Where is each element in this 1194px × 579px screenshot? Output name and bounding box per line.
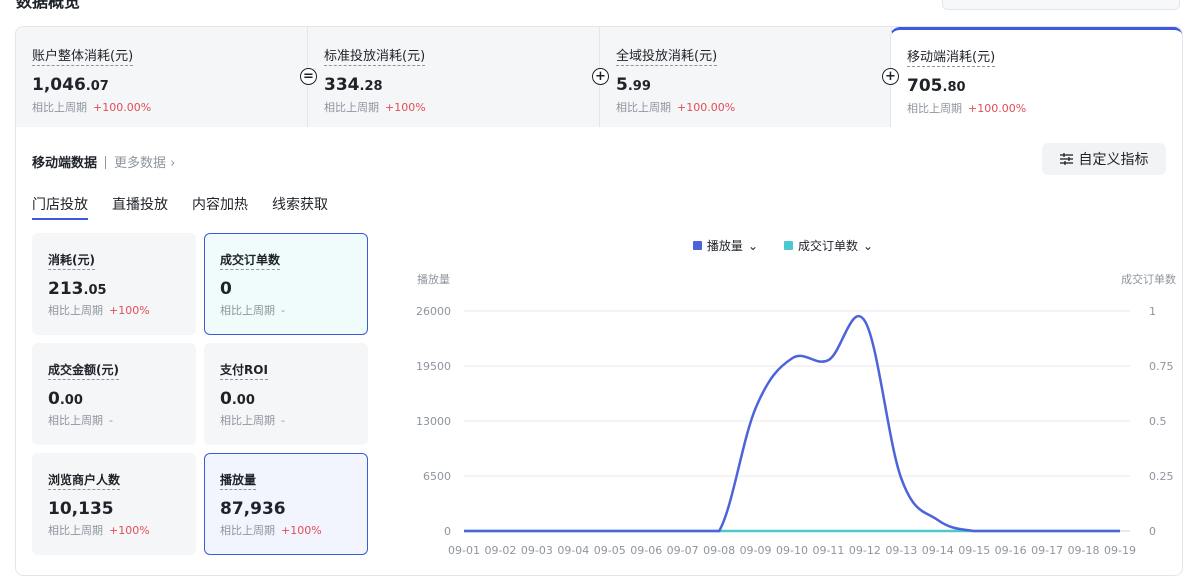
more-data-link[interactable]: 更多数据 ›: [114, 156, 175, 171]
y-tick-label: 6500: [423, 470, 451, 483]
x-tick-label: 09-04: [557, 544, 589, 557]
summary-card-standard[interactable]: 标准投放消耗(元) 334.28 相比上周期 +100%: [308, 27, 600, 127]
x-tick-label: 09-09: [740, 544, 772, 557]
x-tick-label: 09-13: [885, 544, 917, 557]
summary-compare: 相比上周期 +100.00%: [32, 101, 152, 114]
summary-label: 全域投放消耗(元): [616, 45, 718, 66]
y2-tick-label: 0: [1149, 525, 1156, 538]
tab-store[interactable]: 门店投放: [32, 194, 88, 220]
tab-content[interactable]: 内容加热: [192, 194, 248, 220]
x-tick-label: 09-10: [776, 544, 808, 557]
x-tick-label: 09-12: [849, 544, 881, 557]
metric-value: 0.00: [220, 389, 255, 409]
x-tick-label: 09-14: [922, 544, 954, 557]
y2-axis-title: 成交订单数: [1121, 272, 1176, 286]
summary-value: 1,046.07: [32, 75, 109, 95]
y-tick-label: 13000: [416, 415, 451, 428]
y2-tick-label: 0.25: [1149, 470, 1174, 483]
metric-compare: 相比上周期 +100%: [220, 524, 322, 537]
x-tick-label: 09-17: [1031, 544, 1063, 557]
metric-label: 消耗(元): [48, 251, 95, 270]
summary-label: 账户整体消耗(元): [32, 45, 134, 66]
summary-card-total[interactable]: 账户整体消耗(元) 1,046.07 相比上周期 +100.00%: [16, 27, 308, 127]
metric-card-roi[interactable]: 支付ROI 0.00 相比上周期 -: [204, 343, 368, 445]
metric-value: 0: [220, 279, 232, 299]
x-tick-label: 09-03: [521, 544, 553, 557]
subsection-title: 移动端数据: [32, 156, 98, 171]
metric-card-orders[interactable]: 成交订单数 0 相比上周期 -: [204, 233, 368, 335]
y-tick-label: 0: [444, 525, 451, 538]
summary-value: 705.80: [907, 76, 966, 96]
plus-icon: +: [592, 68, 609, 85]
custom-metrics-button[interactable]: 自定义指标: [1042, 143, 1166, 175]
summary-value: 5.99: [616, 75, 651, 95]
metric-label: 成交订单数: [220, 251, 281, 270]
metric-value: 87,936: [220, 499, 286, 519]
summary-card-mobile[interactable]: 移动端消耗(元) 705.80 相比上周期 +100.00%: [890, 27, 1182, 127]
metric-card-gmv[interactable]: 成交金额(元) 0.00 相比上周期 -: [32, 343, 196, 445]
y2-tick-label: 0.5: [1149, 415, 1167, 428]
divider: [105, 156, 107, 169]
subsection-header: 移动端数据 更多数据 ›: [32, 152, 175, 171]
x-tick-label: 09-06: [630, 544, 662, 557]
x-tick-label: 09-19: [1104, 544, 1136, 557]
metric-value: 213.05: [48, 279, 107, 299]
x-tick-label: 09-11: [812, 544, 844, 557]
y2-tick-label: 0.75: [1149, 360, 1174, 373]
tab-bar: 门店投放 直播投放 内容加热 线索获取: [32, 194, 328, 220]
y2-tick-label: 1: [1149, 305, 1156, 318]
x-tick-label: 09-08: [703, 544, 735, 557]
metric-label: 成交金额(元): [48, 361, 119, 380]
page: 数据概览 账户整体消耗(元) 1,046.07 相比上周期 +100.00% 标准…: [0, 0, 1194, 579]
metric-label: 支付ROI: [220, 361, 268, 380]
summary-card-global[interactable]: 全域投放消耗(元) 5.99 相比上周期 +100.00%: [600, 27, 892, 127]
section-title: 数据概览: [16, 0, 81, 11]
tab-leads[interactable]: 线索获取: [272, 194, 328, 220]
metric-label: 播放量: [220, 471, 257, 490]
metric-label: 浏览商户人数: [48, 471, 121, 490]
plus-icon: +: [882, 68, 899, 85]
x-tick-label: 09-02: [484, 544, 516, 557]
x-tick-label: 09-05: [594, 544, 626, 557]
equals-icon: =: [300, 68, 317, 85]
metric-compare: 相比上周期 -: [220, 304, 285, 317]
summary-compare: 相比上周期 +100.00%: [907, 102, 1027, 115]
custom-metrics-label: 自定义指标: [1078, 152, 1149, 168]
metric-compare: 相比上周期 -: [48, 414, 113, 427]
metric-card-plays[interactable]: 播放量 87,936 相比上周期 +100%: [204, 453, 368, 555]
metric-value: 10,135: [48, 499, 114, 519]
x-tick-label: 09-07: [667, 544, 699, 557]
summary-compare: 相比上周期 +100.00%: [616, 101, 736, 114]
metric-compare: 相比上周期 +100%: [48, 524, 150, 537]
tab-live[interactable]: 直播投放: [112, 194, 168, 220]
summary-row: 账户整体消耗(元) 1,046.07 相比上周期 +100.00% 标准投放消耗(…: [16, 27, 1182, 127]
x-tick-label: 09-01: [448, 544, 480, 557]
metric-compare: 相比上周期 -: [220, 414, 285, 427]
sliders-icon: [1059, 153, 1073, 165]
metric-card-visitors[interactable]: 浏览商户人数 10,135 相比上周期 +100%: [32, 453, 196, 555]
date-range-picker[interactable]: [942, 0, 1180, 10]
chevron-right-icon: ›: [170, 156, 176, 171]
trend-chart: 播放量 ⌄ 成交订单数 ⌄ 播放量 成交订单数 26000 1 19500 0.75 13000…: [384, 227, 1182, 567]
x-tick-label: 09-15: [958, 544, 990, 557]
summary-label: 移动端消耗(元): [907, 46, 996, 67]
x-tick-label: 09-18: [1068, 544, 1100, 557]
data-panel: 账户整体消耗(元) 1,046.07 相比上周期 +100.00% 标准投放消耗(…: [15, 26, 1183, 576]
summary-value: 334.28: [324, 75, 383, 95]
metric-compare: 相比上周期 +100%: [48, 304, 150, 317]
y-axis-title: 播放量: [417, 272, 450, 286]
series-line-plays: [463, 315, 1120, 533]
chart-svg: 播放量 成交订单数 26000 1 19500 0.75 13000 0.5 6500 0.25 0…: [416, 272, 1176, 557]
y-tick-label: 26000: [416, 305, 451, 318]
summary-compare: 相比上周期 +100%: [324, 101, 426, 114]
x-tick-label: 09-16: [995, 544, 1027, 557]
metric-value: 0.00: [48, 389, 83, 409]
y-tick-label: 19500: [416, 360, 451, 373]
metric-card-spend[interactable]: 消耗(元) 213.05 相比上周期 +100%: [32, 233, 196, 335]
summary-label: 标准投放消耗(元): [324, 45, 426, 66]
